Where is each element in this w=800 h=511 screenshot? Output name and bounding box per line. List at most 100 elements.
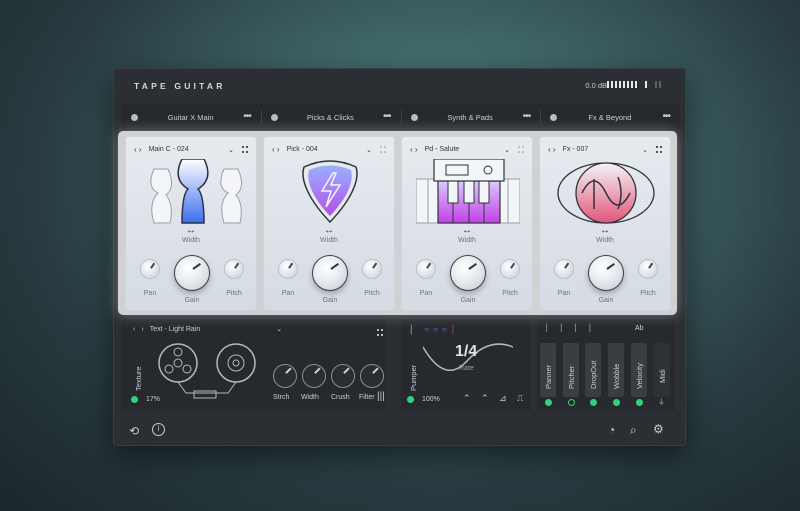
pumper-power-dot[interactable] <box>407 396 414 403</box>
pumper-step-icons[interactable]: │ ○○○│ <box>409 325 460 334</box>
more-icon[interactable]: ••• <box>383 112 391 122</box>
texture-preset-name[interactable]: Text - Light Rain <box>150 326 201 333</box>
wobble-label: Wobble <box>612 363 621 389</box>
grid-icon[interactable] <box>518 145 524 154</box>
filter-knob[interactable] <box>360 364 384 388</box>
preset-name[interactable]: Pd - Salute <box>425 146 505 153</box>
more-icon[interactable]: ••• <box>523 112 531 122</box>
pitcher-power-dot[interactable] <box>568 399 575 406</box>
grid-icon[interactable] <box>377 329 383 337</box>
chevron-down-icon[interactable]: ⌄ <box>642 146 648 154</box>
width-arrows-icon[interactable]: ↔ <box>540 225 670 236</box>
prev-next-icon[interactable]: ‹ › <box>410 145 418 154</box>
palette-icon[interactable]: ◔ <box>608 423 615 437</box>
tab-synth-pads[interactable]: Synth & Pads ••• <box>400 104 541 130</box>
grid-icon[interactable] <box>656 145 662 154</box>
layer-card-2: ‹ › Pick - 004 ⌄ ↔ Width Pan Gain Pitch <box>263 136 395 311</box>
chevron-down-icon[interactable]: ⌄ <box>504 146 510 154</box>
tab-label: Picks & Clicks <box>306 112 354 122</box>
width-arrows-icon[interactable]: ↔ <box>264 225 394 236</box>
gear-icon[interactable]: ⚙ <box>653 422 664 436</box>
prev-next-icon[interactable]: ‹ › <box>134 145 142 154</box>
gain-knob[interactable] <box>312 255 348 291</box>
width-knob[interactable] <box>302 364 326 388</box>
pan-knob[interactable] <box>140 259 160 279</box>
midi-plug-icon[interactable]: ⏚ <box>658 397 665 407</box>
chevron-down-icon[interactable]: ⌄ <box>228 146 234 154</box>
more-icon[interactable]: ••• <box>243 112 251 122</box>
gain-label: Gain <box>598 297 614 304</box>
tab-power-dot[interactable] <box>410 113 418 121</box>
module-step-icons[interactable]: ││││ <box>545 325 603 332</box>
gain-knob[interactable] <box>588 255 624 291</box>
info-icon[interactable]: i <box>152 423 165 436</box>
crush-knob[interactable] <box>331 364 355 388</box>
synth-keyboard-icon <box>416 159 520 224</box>
tab-power-dot[interactable] <box>131 113 138 121</box>
chevron-down-icon[interactable]: ⌄ <box>276 325 282 333</box>
output-level-readout: 0.0 dB <box>585 81 607 90</box>
pitch-knob[interactable] <box>500 259 520 279</box>
crush-label: Crush <box>331 394 350 401</box>
tape-reel-icon <box>158 343 256 399</box>
prev-next-icon[interactable]: ‹ › <box>548 145 556 154</box>
app-title: TAPE GUITAR <box>134 81 226 91</box>
preset-name[interactable]: Main C - 024 <box>149 146 229 153</box>
gain-knob[interactable] <box>174 255 210 291</box>
pan-knob[interactable] <box>416 259 436 279</box>
layer-card-3: ‹ › Pd - Salute ⌄ ↔ Width Pan Gain Pitch <box>401 136 533 311</box>
search-icon[interactable]: ⌕ <box>630 423 637 438</box>
pumper-amount[interactable]: 100% <box>422 396 440 403</box>
modules-panel: ││││ Ab Panner Pitcher DropOut Wobble Ve… <box>537 319 675 411</box>
pan-label: Pan <box>419 290 433 297</box>
width-label: Width <box>596 237 614 244</box>
pitch-knob[interactable] <box>638 259 658 279</box>
chevron-down-icon[interactable]: ⌄ <box>366 146 372 154</box>
next-arrow-icon[interactable]: › <box>141 326 143 333</box>
panner-power-dot[interactable] <box>545 399 552 406</box>
tab-power-dot[interactable] <box>270 113 278 121</box>
tab-label: Guitar X Main <box>167 112 214 122</box>
wobble-power-dot[interactable] <box>613 399 620 406</box>
texture-power-dot[interactable] <box>131 396 138 403</box>
pitcher-label: Pitcher <box>567 365 576 389</box>
layer-card-4: ‹ › Fx - 007 ⌄ ↔ Width Pan Gain Pitch <box>539 136 671 311</box>
pitch-label: Pitch <box>364 290 380 297</box>
grid-icon[interactable] <box>380 145 386 154</box>
tab-fx-beyond[interactable]: Fx & Beyond ••• <box>540 104 680 130</box>
width-arrows-icon[interactable]: ↔ <box>126 225 256 236</box>
tab-label: Fx & Beyond <box>588 112 632 122</box>
guitar-body-icon <box>150 159 242 224</box>
rate-value[interactable]: 1/4 <box>455 343 477 361</box>
tab-power-dot[interactable] <box>550 113 558 121</box>
gain-knob[interactable] <box>450 255 486 291</box>
grid-icon[interactable] <box>242 145 248 154</box>
width-arrows-icon[interactable]: ↔ <box>402 225 532 236</box>
waveshape-selector[interactable]: ⌃ ⌃ ⊿ ⎍ <box>463 393 527 404</box>
tab-guitar-x-main[interactable]: Guitar X Main ••• <box>121 104 261 130</box>
dropout-power-dot[interactable] <box>590 399 597 406</box>
pitch-knob[interactable] <box>224 259 244 279</box>
texture-panel: ‹ › Text - Light Rain ⌄ Texture 17% Strc… <box>121 319 385 411</box>
pan-knob[interactable] <box>278 259 298 279</box>
pitch-label: Pitch <box>226 290 242 297</box>
dropout-label: DropOut <box>589 360 598 389</box>
ab-button[interactable]: Ab <box>635 325 644 332</box>
preset-name[interactable]: Pick - 004 <box>287 146 367 153</box>
more-icon[interactable]: ••• <box>662 112 670 122</box>
strch-label: Strch <box>273 394 290 401</box>
texture-label: Texture <box>134 366 143 391</box>
strch-knob[interactable] <box>273 364 297 388</box>
velocity-label: Velocity <box>635 363 644 389</box>
pan-label: Pan <box>557 290 571 297</box>
preset-name[interactable]: Fx - 007 <box>563 146 643 153</box>
pan-label: Pan <box>143 290 157 297</box>
tab-picks-clicks[interactable]: Picks & Clicks ••• <box>260 104 401 130</box>
pitch-knob[interactable] <box>362 259 382 279</box>
velocity-power-dot[interactable] <box>636 399 643 406</box>
refresh-icon[interactable]: ⟲ <box>129 424 139 438</box>
prev-arrow-icon[interactable]: ‹ <box>133 326 135 333</box>
pan-knob[interactable] <box>554 259 574 279</box>
waveform-icon[interactable]: ||| <box>377 391 385 402</box>
prev-next-icon[interactable]: ‹ › <box>272 145 280 154</box>
